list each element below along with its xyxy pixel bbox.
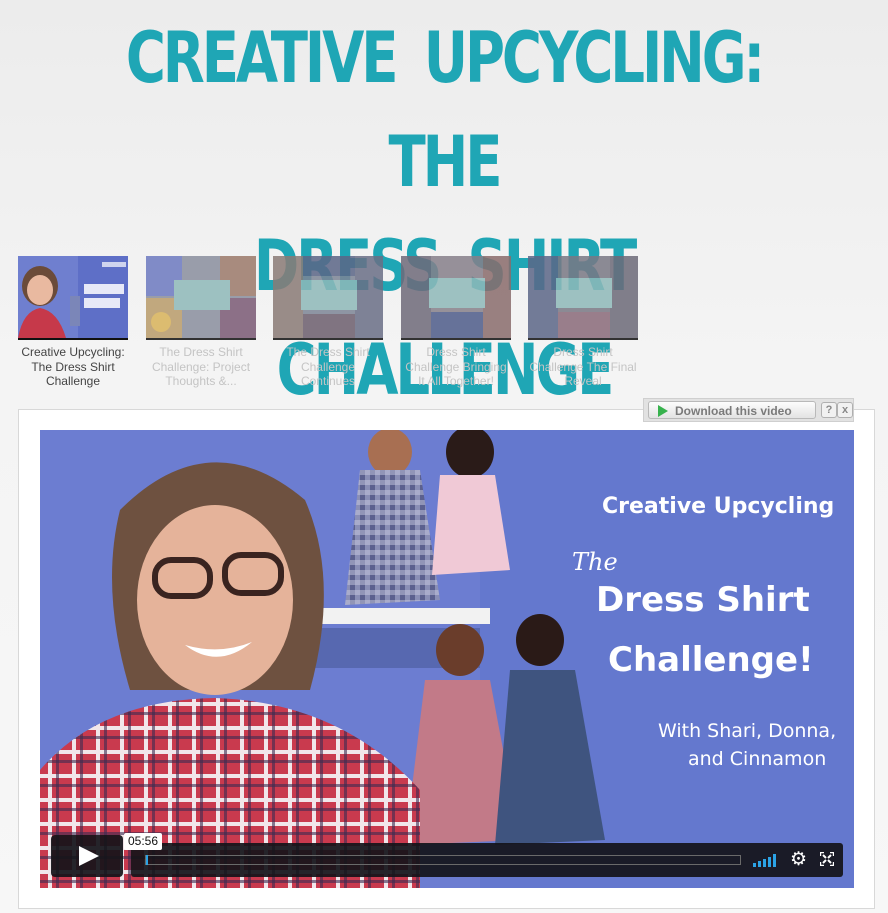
gear-icon[interactable]: ⚙ [790,850,807,870]
video-controls: ⚙ 05:56 [40,833,854,880]
playlist-caption-3[interactable]: The Dress Shirt Challenge Continues [273,345,383,389]
help-button[interactable]: ? [821,402,837,418]
playlist-caption-2[interactable]: The Dress Shirt Challenge: Project Thoug… [146,345,256,389]
download-video-button[interactable]: Download this video [648,401,816,419]
playlist-caption-1[interactable]: Creative Upcycling: The Dress Shirt Chal… [18,345,128,389]
playlist-thumbnail-1[interactable] [18,256,128,340]
playlist-item-2[interactable]: The Dress Shirt Challenge: Project Thoug… [146,256,256,389]
close-button[interactable]: x [837,402,853,418]
playlist-thumbnail-4[interactable] [401,256,511,340]
download-video-label: Download this video [675,404,792,418]
video-player[interactable]: Creative Upcycling The Dress Shirt Chall… [40,430,854,888]
playlist-caption-5[interactable]: Dress Shirt Challenge The Final Reveal [528,345,638,389]
overlay-line-2: Dress Shirt [596,580,810,620]
overlay-the: The [572,548,618,576]
playlist-item-5[interactable]: Dress Shirt Challenge The Final Reveal [528,256,638,389]
playlist-thumbnail-3[interactable] [273,256,383,340]
fullscreen-icon[interactable] [820,852,834,866]
playlist-thumbnail-5[interactable] [528,256,638,340]
download-play-icon [658,405,668,417]
overlay-line-4: With Shari, Donna, [658,720,837,742]
playlist-thumbnail-2[interactable] [146,256,256,340]
download-toolbar: Download this video ? x [643,398,854,422]
duration-badge: 05:56 [124,833,163,850]
progress-indicator [146,855,148,865]
page-title-line-1: CREATIVE UPCYCLING: THE [125,17,765,203]
playlist-item-1[interactable]: Creative Upcycling: The Dress Shirt Chal… [18,256,128,389]
overlay-line-1: Creative Upcycling [602,494,835,519]
progress-bar[interactable] [145,855,741,865]
playlist-item-3[interactable]: The Dress Shirt Challenge Continues [273,256,383,389]
play-icon [79,846,99,866]
overlay-line-3: Challenge! [608,640,814,680]
playlist-caption-4[interactable]: Dress Shirt Challenge Bringing It All To… [401,345,511,389]
playlist-item-4[interactable]: Dress Shirt Challenge Bringing It All To… [401,256,511,389]
play-button[interactable] [51,835,123,877]
overlay-line-5: and Cinnamon [688,748,827,770]
control-bar: ⚙ [131,843,843,877]
